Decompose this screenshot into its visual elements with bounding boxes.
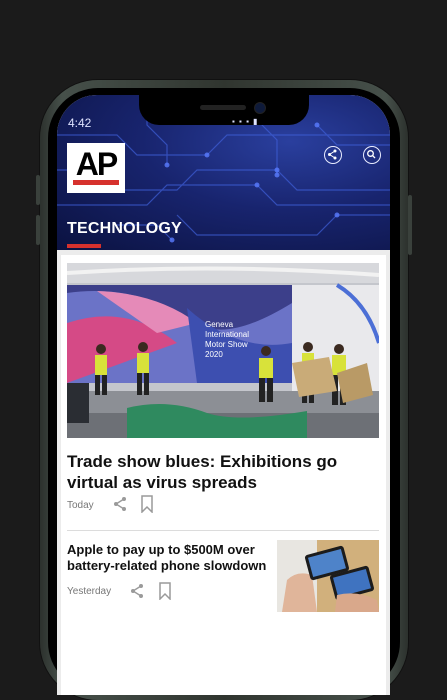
volume-up-button <box>36 175 40 205</box>
article-thumbnail[interactable] <box>277 540 379 612</box>
hero-image[interactable]: Geneva International Motor Show 2020 <box>67 263 379 438</box>
logo-red-bar <box>73 180 119 185</box>
exhibition-photo: Geneva International Motor Show 2020 <box>67 263 379 438</box>
screen-text-line1: Geneva <box>205 320 234 329</box>
screen-text-line4: 2020 <box>205 350 223 359</box>
section-title: TECHNOLOGY <box>67 220 182 237</box>
volume-down-button <box>36 215 40 245</box>
front-camera <box>254 102 266 114</box>
section-title-underline <box>67 244 101 248</box>
article-title[interactable]: Trade show blues: Exhibitions go virtual… <box>67 451 383 493</box>
app-screen: 4:42 ▪ ▪ ▪ ▮ AP TECHNOLOGY Geneva Intern… <box>57 95 390 695</box>
article-time: Yesterday <box>67 586 112 597</box>
section-header: 4:42 ▪ ▪ ▪ ▮ AP TECHNOLOGY <box>57 95 390 250</box>
status-time: 4:42 <box>68 116 92 130</box>
status-icons: ▪ ▪ ▪ ▮ <box>232 117 259 126</box>
screen-text-line3: Motor Show <box>205 340 248 349</box>
device-notch <box>139 95 309 125</box>
bookmark-icon[interactable] <box>140 495 154 513</box>
article-time: Today <box>67 500 94 511</box>
power-button <box>408 195 412 255</box>
search-icon[interactable] <box>363 146 381 164</box>
ap-logo[interactable]: AP <box>67 143 125 193</box>
share-icon[interactable] <box>128 582 146 600</box>
phone-photo <box>277 540 379 612</box>
logo-text: AP <box>75 146 118 182</box>
screen-text-line2: International <box>205 330 249 339</box>
news-feed: Geneva International Motor Show 2020 Tra… <box>61 255 386 695</box>
bookmark-icon[interactable] <box>158 582 172 600</box>
article-title[interactable]: Apple to pay up to $500M over battery-re… <box>67 542 267 574</box>
share-icon[interactable] <box>111 495 129 513</box>
speaker-grille <box>200 105 246 110</box>
share-icon[interactable] <box>324 146 342 164</box>
article-divider <box>67 530 379 531</box>
